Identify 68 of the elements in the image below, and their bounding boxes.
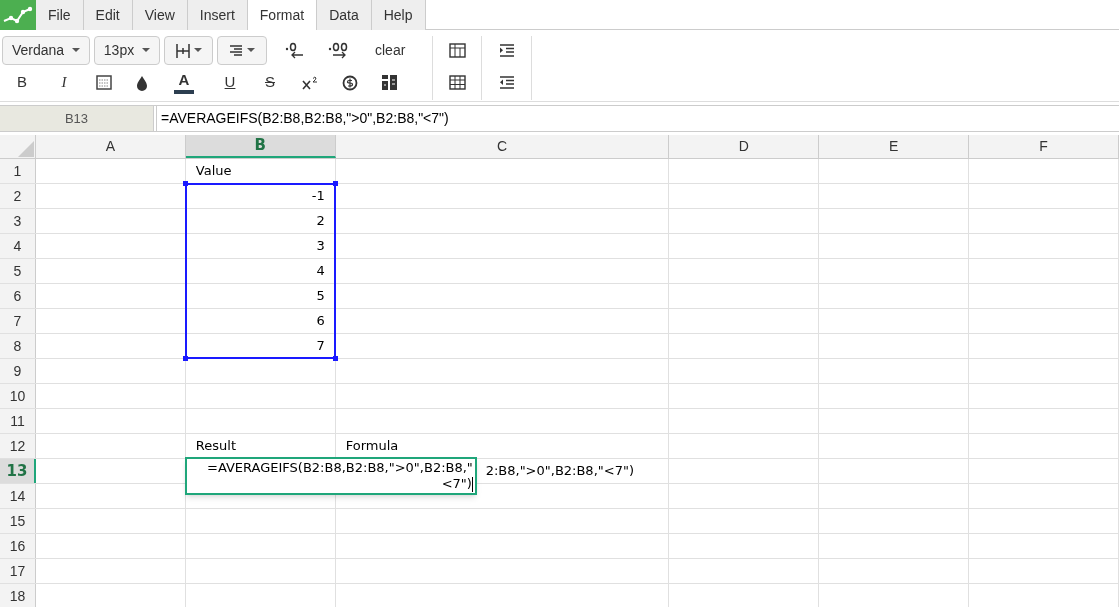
row-header[interactable]: 3: [0, 209, 36, 233]
strikethrough-button[interactable]: S: [262, 71, 278, 94]
cell-text: Formula: [345, 437, 399, 456]
align-right-icon: [229, 44, 243, 57]
menu-tab[interactable]: Help: [371, 0, 426, 30]
cell-editor[interactable]: =AVERAGEIFS(B2:B8,B2:B8,">0",B2:B8," <7"): [185, 457, 477, 495]
row-header[interactable]: 8: [0, 334, 36, 358]
fill-color-icon[interactable]: [136, 74, 148, 91]
app-logo: [0, 0, 36, 30]
decrease-decimal-icon[interactable]: [283, 40, 305, 61]
row-header[interactable]: 11: [0, 409, 36, 433]
column-header[interactable]: C: [335, 135, 670, 158]
menu-tab[interactable]: Data: [317, 0, 372, 30]
menu-tab[interactable]: Insert: [187, 0, 248, 30]
cell-text: Value: [195, 162, 232, 181]
format-grid-icon[interactable]: [382, 75, 397, 90]
size-dropdown[interactable]: 13px: [94, 36, 160, 65]
row-header[interactable]: 15: [0, 509, 36, 533]
align-dropdown[interactable]: [217, 36, 267, 65]
row-header[interactable]: 2: [0, 184, 36, 208]
row-header[interactable]: 18: [0, 584, 36, 607]
italic-button[interactable]: I: [54, 71, 74, 94]
caret-icon: [142, 48, 151, 53]
row-header[interactable]: 6: [0, 284, 36, 308]
row-header[interactable]: 9: [0, 359, 36, 383]
column-header[interactable]: B: [185, 135, 336, 158]
menu-tab[interactable]: Edit: [83, 0, 133, 30]
formula-field[interactable]: =AVERAGEIFS(B2:B8,B2:B8,">0",B2:B8,"<7"): [156, 106, 1119, 131]
border-style-icon[interactable]: [96, 75, 112, 90]
row-header[interactable]: 4: [0, 234, 36, 258]
cell-text: 3: [316, 237, 325, 256]
column-header[interactable]: D: [669, 135, 820, 158]
font-dropdown[interactable]: Verdana: [2, 36, 90, 65]
name-box[interactable]: B13: [0, 106, 154, 131]
menu-tab[interactable]: Format: [247, 0, 318, 30]
text-color-button[interactable]: A: [174, 71, 194, 94]
cell-text: 7: [316, 337, 325, 356]
clear-button[interactable]: clear: [371, 40, 410, 61]
menu-tab[interactable]: View: [132, 0, 188, 30]
cell-text: -1: [311, 187, 325, 206]
menu-tab[interactable]: File: [36, 0, 84, 30]
caret-icon: [72, 48, 81, 53]
column-header[interactable]: F: [969, 135, 1119, 158]
row-header[interactable]: 7: [0, 309, 36, 333]
superscript-icon[interactable]: [302, 75, 318, 90]
cell-text: 5: [316, 287, 325, 306]
cell-text: 2:B8,">0",B2:B8,"<7"): [485, 462, 634, 481]
row-header[interactable]: 13: [0, 459, 36, 483]
row-header[interactable]: 12: [0, 434, 36, 458]
caret-icon: [247, 48, 255, 53]
borders-dropdown[interactable]: [164, 36, 213, 65]
column-header[interactable]: E: [819, 135, 970, 158]
cell-text: Result: [195, 437, 236, 456]
row-header[interactable]: 5: [0, 259, 36, 283]
row-header[interactable]: 1: [0, 159, 36, 183]
bold-button[interactable]: B: [12, 71, 32, 94]
caret-icon: [193, 48, 202, 53]
row-header[interactable]: 16: [0, 534, 36, 558]
underline-button[interactable]: U: [222, 71, 238, 94]
row-header[interactable]: 14: [0, 484, 36, 508]
column-header[interactable]: A: [35, 135, 186, 158]
cell-text: 2: [316, 212, 325, 231]
cell-text: 4: [316, 262, 325, 281]
cell-text: 6: [316, 312, 325, 331]
row-header[interactable]: 10: [0, 384, 36, 408]
row-header[interactable]: 17: [0, 559, 36, 583]
border-icon: [175, 42, 190, 59]
currency-icon[interactable]: [342, 74, 358, 91]
